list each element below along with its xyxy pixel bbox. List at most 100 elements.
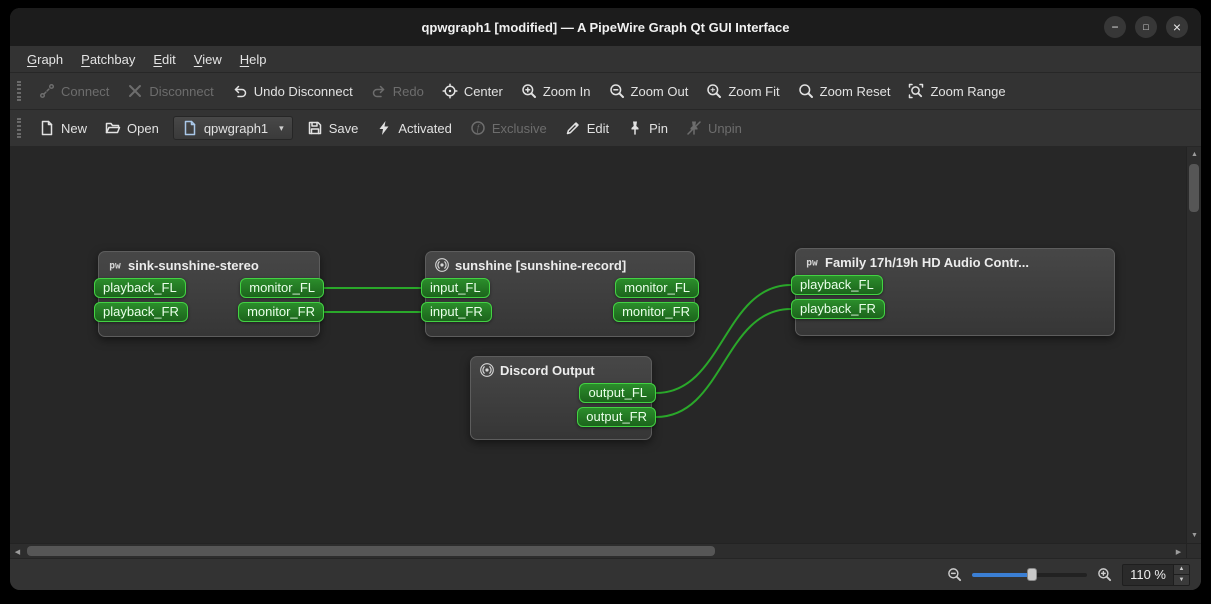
- window-controls: − □ ×: [1104, 16, 1201, 38]
- output-ports: monitor_FL monitor_FR: [238, 278, 324, 322]
- toolbar-button-redo[interactable]: Redo: [362, 78, 433, 104]
- zoom-slider[interactable]: [972, 567, 1088, 583]
- menu-view[interactable]: View: [185, 48, 231, 71]
- node-sink-sunshine-stereo[interactable]: pw sink-sunshine-stereo playback_FLplaybac…: [94, 251, 324, 337]
- horizontal-scroll-track[interactable]: [25, 544, 1171, 558]
- activated-icon: [376, 120, 392, 136]
- node-title: sunshine [sunshine-record]: [455, 257, 627, 273]
- toolbar-button-unpin[interactable]: Unpin: [677, 115, 751, 141]
- scroll-left-icon[interactable]: ◀: [10, 544, 25, 559]
- new-icon: [39, 120, 55, 136]
- vertical-scroll-track[interactable]: [1187, 162, 1201, 528]
- menu-edit[interactable]: Edit: [144, 48, 184, 71]
- menu-bar: Graph Patchbay Edit View Help: [10, 46, 1201, 73]
- horizontal-scrollbar[interactable]: ◀ ▶: [10, 544, 1186, 558]
- minimize-button[interactable]: −: [1104, 16, 1126, 38]
- toolbar-label: Center: [463, 83, 503, 99]
- maximize-button[interactable]: □: [1135, 16, 1157, 38]
- pw-icon: pw: [107, 257, 123, 273]
- node-header: sunshine [sunshine-record]: [426, 252, 694, 276]
- graph-canvas[interactable]: pw sink-sunshine-stereo playback_FL playbac…: [10, 147, 1186, 543]
- toolbar-label: Zoom In: [542, 83, 591, 99]
- close-button[interactable]: ×: [1166, 16, 1188, 38]
- edit-icon: [565, 120, 581, 136]
- port-monitor-fl[interactable]: monitor_FL: [240, 278, 324, 298]
- port-input-fl[interactable]: input_FL: [421, 278, 490, 298]
- toolbar-button-undo-disconnect[interactable]: Undo Disconnect: [223, 78, 362, 104]
- toolbar-label: Undo Disconnect: [253, 83, 353, 99]
- zoom-spinbox[interactable]: 110 % ▲ ▼: [1122, 563, 1190, 586]
- toolbar-button-exclusive[interactable]: f Exclusive: [461, 115, 556, 141]
- menu-help[interactable]: Help: [231, 48, 276, 71]
- vertical-scrollbar[interactable]: ▲ ▼: [1186, 147, 1201, 543]
- toolbar-label: Zoom Fit: [728, 83, 780, 99]
- node-discord-output[interactable]: Discord Output output_FL output_FR: [470, 356, 656, 440]
- filename-dropdown[interactable]: qpwgraph1 ▾: [172, 116, 293, 140]
- scroll-right-icon[interactable]: ▶: [1171, 544, 1186, 559]
- speaker-icon: [479, 362, 495, 378]
- svg-text:pw: pw: [109, 261, 121, 272]
- port-monitor-fr[interactable]: monitor_FR: [238, 302, 324, 322]
- toolbar-button-save[interactable]: Save: [298, 115, 368, 141]
- toolbar-button-edit[interactable]: Edit: [556, 115, 618, 141]
- node-header: pw sink-sunshine-stereo: [99, 252, 319, 276]
- scroll-down-icon[interactable]: ▼: [1187, 528, 1201, 543]
- zoom-out-icon[interactable]: [947, 567, 962, 582]
- svg-text:f: f: [477, 123, 481, 133]
- app-window: qpwgraph1 [modified] — A PipeWire Graph …: [10, 8, 1201, 590]
- output-ports: monitor_FL monitor_FR: [613, 278, 699, 322]
- port-output-fl[interactable]: output_FL: [579, 383, 656, 403]
- toolbar-label: Pin: [649, 120, 668, 136]
- toolbar-graph: Connect Disconnect Undo Disconnect Redo Cent…: [10, 73, 1201, 110]
- zoom-in-icon[interactable]: [1097, 567, 1112, 582]
- toolbar-button-open[interactable]: Open: [96, 115, 168, 141]
- zoom-slider-handle[interactable]: [1026, 568, 1037, 581]
- port-playback-fl[interactable]: playback_FL: [94, 278, 186, 298]
- horizontal-scroll-thumb[interactable]: [27, 546, 715, 556]
- scroll-up-icon[interactable]: ▲: [1187, 147, 1201, 162]
- node-sunshine-sunshine-record[interactable]: sunshine [sunshine-record] input_FL input_…: [421, 251, 699, 337]
- exclusive-icon: f: [470, 120, 486, 136]
- unpin-icon: [686, 120, 702, 136]
- title-bar[interactable]: qpwgraph1 [modified] — A PipeWire Graph …: [10, 8, 1201, 46]
- node-ports: playback_FL playback_FR: [791, 273, 1114, 325]
- toolbar-button-connect[interactable]: Connect: [30, 78, 118, 104]
- toolbar-button-pin[interactable]: Pin: [618, 115, 677, 141]
- port-monitor-fr[interactable]: monitor_FR: [613, 302, 699, 322]
- spin-down-icon[interactable]: ▼: [1174, 574, 1189, 585]
- toolbar-patchbay: New Open qpwgraph1 ▾ Save Activated f Exclusive…: [10, 110, 1201, 147]
- vertical-scroll-thumb[interactable]: [1189, 164, 1199, 212]
- menu-patchbay[interactable]: Patchbay: [72, 48, 144, 71]
- toolbar-button-zoom-reset[interactable]: Zoom Reset: [789, 78, 900, 104]
- toolbar-label: Open: [127, 120, 159, 136]
- node-header: pw Family 17h/19h HD Audio Contr...: [796, 249, 1114, 273]
- toolbar-button-zoom-fit[interactable]: Zoom Fit: [697, 78, 788, 104]
- toolbar-button-disconnect[interactable]: Disconnect: [118, 78, 222, 104]
- port-input-fr[interactable]: input_FR: [421, 302, 492, 322]
- toolbar-button-zoom-out[interactable]: Zoom Out: [600, 78, 698, 104]
- toolbar-button-activated[interactable]: Activated: [367, 115, 460, 141]
- zoom-value[interactable]: 110 %: [1123, 565, 1173, 585]
- toolbar-button-new[interactable]: New: [30, 115, 96, 141]
- node-family-17h-19h-hd-audio-contr[interactable]: pw Family 17h/19h HD Audio Contr... playba…: [791, 248, 1115, 336]
- port-monitor-fl[interactable]: monitor_FL: [615, 278, 699, 298]
- status-bar: 110 % ▲ ▼: [10, 558, 1201, 590]
- toolbar-label: Zoom Reset: [819, 83, 891, 99]
- toolbar-button-zoom-in[interactable]: Zoom In: [512, 78, 600, 104]
- port-playback-fr[interactable]: playback_FR: [791, 299, 885, 319]
- toolbar-grip[interactable]: [17, 81, 21, 101]
- toolbar-grip[interactable]: [17, 118, 21, 138]
- zoom-fit-icon: [706, 83, 722, 99]
- input-ports: playback_FL playback_FR: [791, 275, 885, 319]
- spin-up-icon[interactable]: ▲: [1174, 564, 1189, 574]
- toolbar-patchbay-items: New Open qpwgraph1 ▾ Save Activated f Exclusive…: [30, 115, 751, 141]
- port-playback-fl[interactable]: playback_FL: [791, 275, 883, 295]
- port-playback-fr[interactable]: playback_FR: [94, 302, 188, 322]
- connections-layer: [323, 284, 792, 418]
- node-header: Discord Output: [471, 357, 651, 381]
- center-icon: [442, 83, 458, 99]
- menu-graph[interactable]: Graph: [18, 48, 72, 71]
- toolbar-button-zoom-range[interactable]: Zoom Range: [899, 78, 1014, 104]
- port-output-fr[interactable]: output_FR: [577, 407, 656, 427]
- toolbar-button-center[interactable]: Center: [433, 78, 512, 104]
